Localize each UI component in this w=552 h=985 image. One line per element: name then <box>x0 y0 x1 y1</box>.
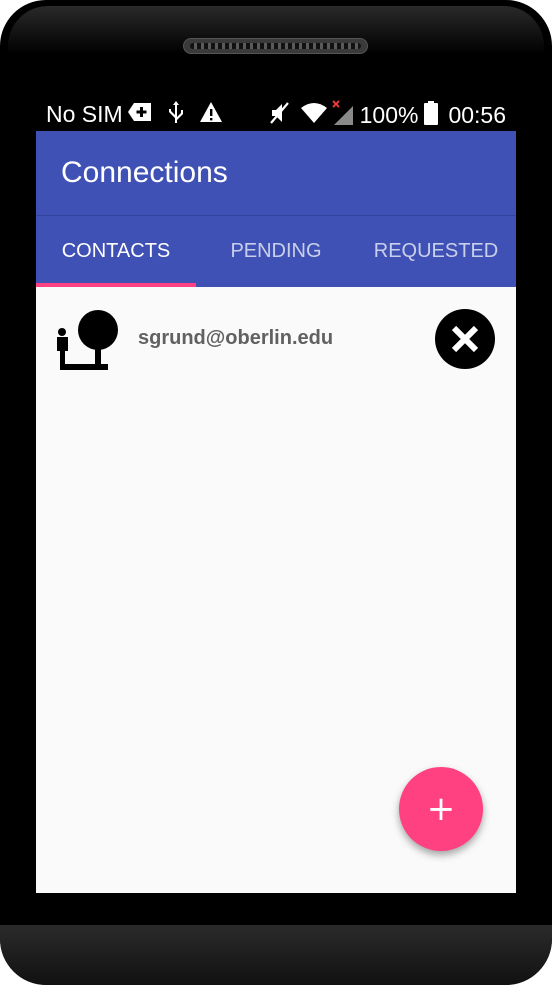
carrier-text: No SIM <box>46 101 123 127</box>
clock: 00:56 <box>448 102 506 128</box>
add-contact-button[interactable]: + <box>399 767 483 851</box>
page-title: Connections <box>61 156 228 189</box>
close-icon <box>451 325 479 353</box>
device-chin <box>0 925 552 985</box>
person-tree-icon <box>56 309 120 371</box>
remove-contact-button[interactable] <box>435 309 495 369</box>
wifi-icon <box>300 102 328 129</box>
app-screen: Connections CONTACTS PENDING REQUESTED s… <box>36 131 516 893</box>
usb-icon <box>167 100 185 129</box>
app-bar: Connections <box>36 131 516 215</box>
contact-email: sgrund@oberlin.edu <box>138 327 334 349</box>
tab-bar: CONTACTS PENDING REQUESTED <box>36 215 516 287</box>
battery-icon <box>424 101 439 130</box>
status-bar: No SIM 100% 00:56 <box>36 92 516 131</box>
add-icon: + <box>426 789 456 829</box>
no-signal-icon <box>331 100 354 131</box>
list-item[interactable]: sgrund@oberlin.edu <box>36 287 516 391</box>
mute-icon <box>268 101 290 130</box>
earpiece-speaker <box>183 38 368 54</box>
tab-requested[interactable]: REQUESTED <box>356 215 516 287</box>
battery-percent: 100% <box>359 102 419 128</box>
sim-plus-icon <box>127 102 153 127</box>
tab-contacts[interactable]: CONTACTS <box>36 215 196 287</box>
phone-frame: No SIM 100% 00:56 Connections CONTACTS P… <box>0 0 552 985</box>
warning-icon <box>199 101 223 128</box>
tab-pending[interactable]: PENDING <box>196 215 356 287</box>
